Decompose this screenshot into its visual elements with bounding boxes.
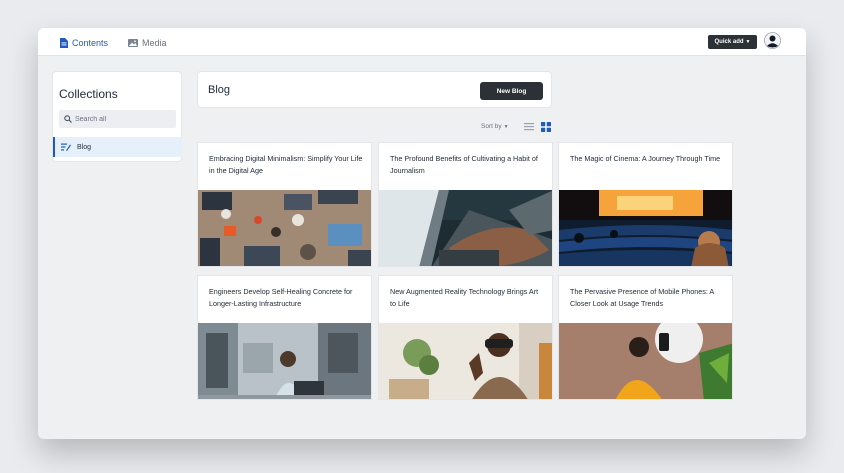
blog-card[interactable]: Engineers Develop Self-Healing Concrete … xyxy=(197,275,372,400)
blog-header: Blog New Blog xyxy=(197,71,552,108)
sort-by-label: Sort by xyxy=(481,123,502,130)
blog-icon xyxy=(61,143,71,151)
typing-on-laptop-photo xyxy=(379,190,552,266)
woman-with-phone-photo xyxy=(559,323,732,399)
lab-engineer-photo xyxy=(198,323,371,399)
grid-view-icon[interactable] xyxy=(541,122,551,132)
blog-card[interactable]: The Magic of Cinema: A Journey Through T… xyxy=(558,142,733,267)
quick-add-label: Quick add xyxy=(714,39,744,45)
vr-headset-photo xyxy=(379,323,552,399)
top-navigation-bar: Contents Media Quick add ▼ xyxy=(38,28,806,56)
new-blog-button[interactable]: New Blog xyxy=(480,82,543,100)
blog-card[interactable]: Embracing Digital Minimalism: Simplify Y… xyxy=(197,142,372,267)
nav-media-label: Media xyxy=(142,37,167,48)
cinema-theater-photo xyxy=(559,190,732,266)
search-input[interactable] xyxy=(75,115,170,123)
search-icon xyxy=(64,115,72,123)
blog-card[interactable]: The Pervasive Presence of Mobile Phones:… xyxy=(558,275,733,400)
blog-card-title: Engineers Develop Self-Healing Concrete … xyxy=(209,287,353,308)
caret-down-icon: ▼ xyxy=(745,39,751,45)
desks-with-laptops-photo xyxy=(198,190,371,266)
blog-card-title: The Pervasive Presence of Mobile Phones:… xyxy=(570,287,714,308)
sort-by-dropdown[interactable]: Sort by ▼ xyxy=(481,123,509,130)
app-window: Contents Media Quick add ▼ Collections S… xyxy=(38,28,806,439)
caret-down-icon: ▼ xyxy=(503,123,509,130)
nav-contents-label: Contents xyxy=(72,37,109,48)
list-view-icon[interactable] xyxy=(524,122,534,132)
sidebar-title: Collections xyxy=(59,87,118,101)
sidebar-item-blog[interactable]: Blog xyxy=(53,137,182,157)
sidebar-item-blog-label: Blog xyxy=(77,143,92,151)
document-icon xyxy=(60,37,68,48)
page-title: Blog xyxy=(208,84,231,96)
blog-card-title: The Profound Benefits of Cultivating a H… xyxy=(390,154,538,175)
user-avatar-icon[interactable] xyxy=(764,32,781,49)
quick-add-button[interactable]: Quick add ▼ xyxy=(708,35,757,49)
image-icon xyxy=(128,38,138,47)
blog-card-title: The Magic of Cinema: A Journey Through T… xyxy=(570,154,721,163)
collections-sidebar: Collections Blog xyxy=(52,71,182,162)
nav-contents[interactable]: Contents xyxy=(60,36,108,49)
blog-card-title: Embracing Digital Minimalism: Simplify Y… xyxy=(209,154,363,175)
blog-card-title: New Augmented Reality Technology Brings … xyxy=(390,287,539,308)
search-box[interactable] xyxy=(59,110,176,128)
nav-media[interactable]: Media xyxy=(128,36,167,49)
blog-card[interactable]: New Augmented Reality Technology Brings … xyxy=(378,275,553,400)
blog-card[interactable]: The Profound Benefits of Cultivating a H… xyxy=(378,142,553,267)
